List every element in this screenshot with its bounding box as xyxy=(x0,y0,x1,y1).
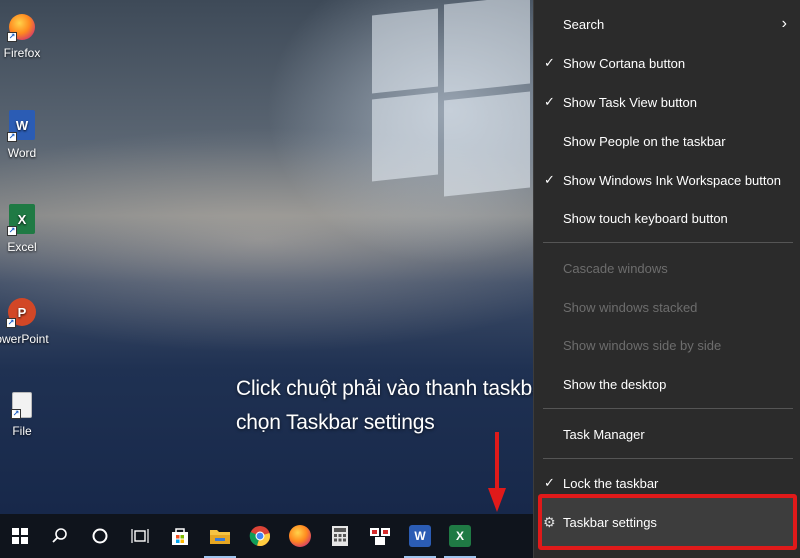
search-button[interactable] xyxy=(40,514,80,558)
excel-icon: X xyxy=(449,525,471,547)
menu-item-search[interactable]: Search › xyxy=(534,6,800,42)
menu-item-show-touch-keyboard[interactable]: Show touch keyboard button xyxy=(534,200,800,236)
word-icon: W ↗ xyxy=(7,110,35,142)
red-arrow-icon xyxy=(488,432,506,512)
calculator-button[interactable] xyxy=(320,514,360,558)
store-button[interactable] xyxy=(160,514,200,558)
excel-icon: X ↗ xyxy=(7,204,35,236)
check-icon: ✓ xyxy=(544,475,555,490)
check-icon: ✓ xyxy=(544,172,555,187)
store-icon xyxy=(172,528,188,545)
desktop-icon-file[interactable]: ↗ File xyxy=(0,392,50,438)
menu-item-task-manager[interactable]: Task Manager xyxy=(534,416,800,452)
menu-item-show-task-view[interactable]: ✓ Show Task View button xyxy=(534,84,800,120)
taskbar-context-menu: Search › ✓ Show Cortana button ✓ Show Ta… xyxy=(533,0,800,558)
instruction-caption: Click chuột phải vào thanh taskbar chọn … xyxy=(236,372,550,440)
check-icon: ✓ xyxy=(544,94,555,109)
excel-taskbar-button[interactable]: X xyxy=(440,514,480,558)
calculator-icon xyxy=(332,526,348,546)
firefox-icon: ↗ xyxy=(7,14,35,42)
file-icon: ↗ xyxy=(11,392,32,419)
snipping-icon xyxy=(370,528,390,545)
menu-separator xyxy=(543,458,793,459)
menu-item-windows-stacked: Show windows stacked xyxy=(563,299,698,315)
cortana-button[interactable] xyxy=(80,514,120,558)
firefox-taskbar-button[interactable] xyxy=(280,514,320,558)
task-view-button[interactable] xyxy=(120,514,160,558)
file-explorer-icon xyxy=(210,530,230,544)
word-icon: W xyxy=(409,525,431,547)
red-highlight-box xyxy=(538,494,797,550)
chrome-icon xyxy=(249,526,270,546)
caption-line-1: Click chuột phải vào thanh taskbar xyxy=(236,377,551,400)
desktop-icon-excel[interactable]: X ↗ Excel xyxy=(0,204,50,254)
menu-separator xyxy=(543,408,793,409)
menu-item-show-people[interactable]: Show People on the taskbar xyxy=(534,123,800,159)
menu-item-show-ink-workspace[interactable]: ✓ Show Windows Ink Workspace button xyxy=(534,162,800,198)
desktop-icon-word[interactable]: W ↗ Word xyxy=(0,110,50,160)
start-button[interactable] xyxy=(0,514,40,558)
check-icon: ✓ xyxy=(544,55,555,70)
firefox-icon xyxy=(289,525,311,547)
file-explorer-button[interactable] xyxy=(200,514,240,558)
menu-separator xyxy=(543,242,793,243)
menu-item-windows-side-by-side: Show windows side by side xyxy=(563,337,722,353)
start-icon xyxy=(12,528,28,544)
task-view-icon xyxy=(131,529,149,543)
powerpoint-icon: P ↗ xyxy=(6,298,36,328)
desktop-icon-powerpoint[interactable]: P ↗ owerPoint xyxy=(0,298,50,346)
cortana-icon xyxy=(92,528,108,544)
menu-item-cascade-windows: Cascade windows xyxy=(563,260,668,276)
menu-item-show-cortana[interactable]: ✓ Show Cortana button xyxy=(534,45,800,81)
desktop-icon-firefox[interactable]: ↗ Firefox xyxy=(0,14,50,60)
search-icon xyxy=(52,528,67,543)
chevron-right-icon: › xyxy=(781,15,787,32)
menu-item-show-desktop[interactable]: Show the desktop xyxy=(534,366,800,402)
word-taskbar-button[interactable]: W xyxy=(400,514,440,558)
chrome-button[interactable] xyxy=(240,514,280,558)
snipping-tool-button[interactable] xyxy=(360,514,400,558)
